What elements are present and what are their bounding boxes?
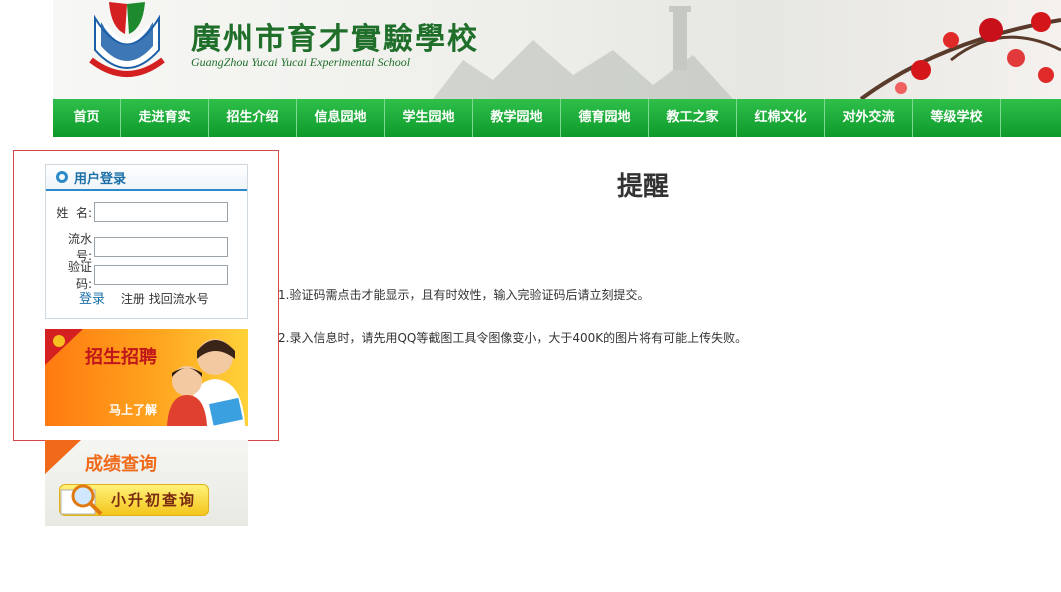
score-title: 成绩查询 [85,454,157,475]
magnifier-icon [60,484,103,516]
nav-item-teaching[interactable]: 教学园地 [473,99,561,137]
nav-item-grade-school[interactable]: 等级学校 [913,99,1001,137]
nav-item-culture[interactable]: 红棉文化 [737,99,825,137]
recover-serial-link[interactable]: 找回流水号 [149,292,209,306]
login-actions: 登录 注册 找回流水号 [79,288,209,307]
recruit-banner[interactable]: 招生招聘 马上了解 [45,329,248,426]
ribbon-icon [45,329,83,365]
captcha-label: 验证码: [67,260,92,291]
main-nav: 首页 走进育实 招生介绍 信息园地 学生园地 教学园地 德育园地 教工之家 红棉… [53,99,1061,137]
name-input[interactable] [94,202,228,222]
score-query-banner[interactable]: 成绩查询 小升初查询 [45,440,248,526]
page-title: 提醒 [616,172,669,202]
site-header: 廣州市育才實驗學校 GuangZhou Yucai Yucai Experime… [53,0,1061,99]
corner-decoration [45,440,81,474]
nav-item-info[interactable]: 信息园地 [297,99,385,137]
plum-blossom-decoration [859,12,1061,99]
nav-item-home[interactable]: 首页 [53,99,121,137]
serial-number-input[interactable] [94,237,228,257]
login-panel: 用户登录 姓 名: 流水号: 验证码: 登录 注册 找回流水号 [45,164,248,319]
circle-icon [56,171,68,183]
nav-item-moral[interactable]: 德育园地 [561,99,649,137]
notice-line-2: 2.录入信息时，请先用QQ等截图工具令图像变小，大于400K的图片将有可能上传失… [278,331,748,345]
nav-item-admissions[interactable]: 招生介绍 [209,99,297,137]
nav-item-exchange[interactable]: 对外交流 [825,99,913,137]
ink-scenery-decoration [433,6,733,99]
captcha-row: 验证码: [52,258,228,292]
name-row: 姓 名: [52,202,228,222]
primary-to-junior-query-link[interactable]: 小升初查询 [111,489,196,510]
login-button[interactable]: 登录 [79,292,105,307]
recruit-title: 招生招聘 [85,347,157,368]
register-link[interactable]: 注册 [121,292,145,306]
name-label: 姓 名: [56,205,92,220]
nav-item-staff[interactable]: 教工之家 [649,99,737,137]
nav-item-about[interactable]: 走进育实 [121,99,209,137]
school-name-en: GuangZhou Yucai Yucai Experimental Schoo… [191,55,411,69]
school-logo[interactable] [81,0,173,82]
login-title: 用户登录 [74,171,127,187]
recruit-more-link[interactable]: 马上了解 [109,401,157,418]
captcha-input[interactable] [94,265,228,285]
notice-line-1: 1.验证码需点击才能显示，且有时效性，输入完验证码后请立刻提交。 [278,288,650,302]
nav-item-students[interactable]: 学生园地 [385,99,473,137]
teacher-student-image [167,339,245,426]
login-header: 用户登录 [46,165,247,191]
